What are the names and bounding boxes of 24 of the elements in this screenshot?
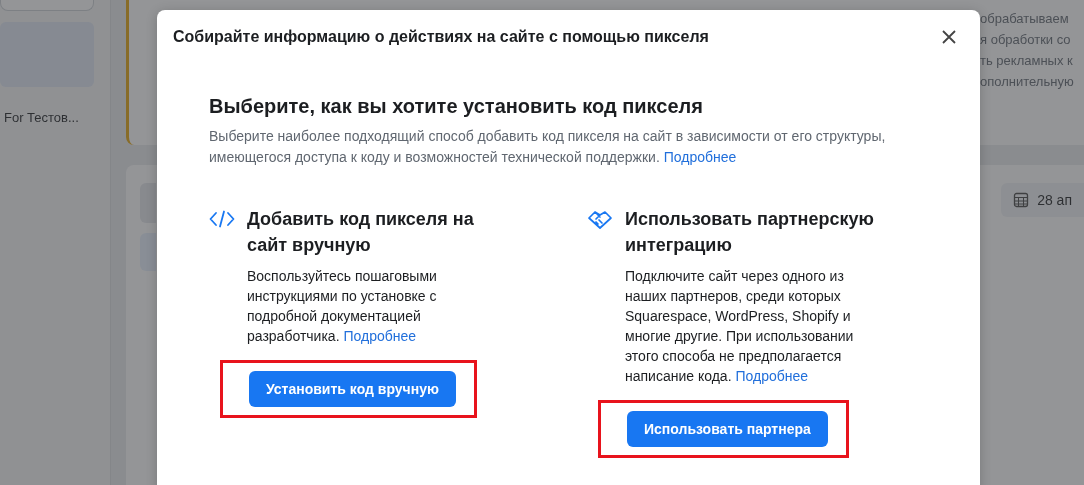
notice-text: ть рекламных к: [980, 52, 1074, 70]
modal-title: Собирайте информацию о действиях на сайте с помощью пикселя: [173, 28, 709, 46]
learn-more-link[interactable]: Подробнее: [735, 368, 809, 384]
option-description: Подключите сайт через одного из наших партнеров, среди которых Squarespace, WordPress, Shopify и многие другие. При использовании этого способа не предполагается написание кода. Подробнее: [625, 267, 855, 386]
handshake-icon: [587, 210, 613, 230]
notice-text: обрабатываем: [980, 10, 1070, 28]
option-title: Использовать партнерскую интеграцию: [625, 208, 875, 257]
learn-more-link[interactable]: Подробнее: [663, 149, 737, 165]
notice-text: я обработки со: [980, 31, 1072, 49]
code-icon: [209, 210, 235, 228]
calendar-icon: [1013, 192, 1030, 208]
date-button[interactable]: 28 ап: [1001, 183, 1084, 217]
toolbar-button[interactable]: [140, 183, 156, 223]
filter-chip[interactable]: [140, 233, 156, 271]
option-button[interactable]: Установить код вручную: [249, 371, 456, 407]
option-button[interactable]: Использовать партнера: [627, 411, 828, 447]
modal-description: Выберите наиболее подходящий способ добавить код пикселя на сайт в зависимости от его структуры, имеющегося доступа к коду и возможностей технической поддержки. Подробнее: [209, 127, 887, 167]
close-icon: [942, 30, 956, 44]
option-title: Добавить код пикселя на сайт вручную: [247, 208, 475, 257]
option-description: Воспользуйтесь пошаговыми инструкциями по установке с подробной документацией разработчика. Подробнее: [247, 267, 438, 346]
modal-heading: Выберите, как вы хотите установить код пикселя: [209, 94, 704, 118]
learn-more-link[interactable]: Подробнее: [343, 328, 417, 344]
notice-text: ополнительную: [980, 73, 1075, 91]
account-label[interactable]: For Тестов...: [0, 110, 110, 125]
